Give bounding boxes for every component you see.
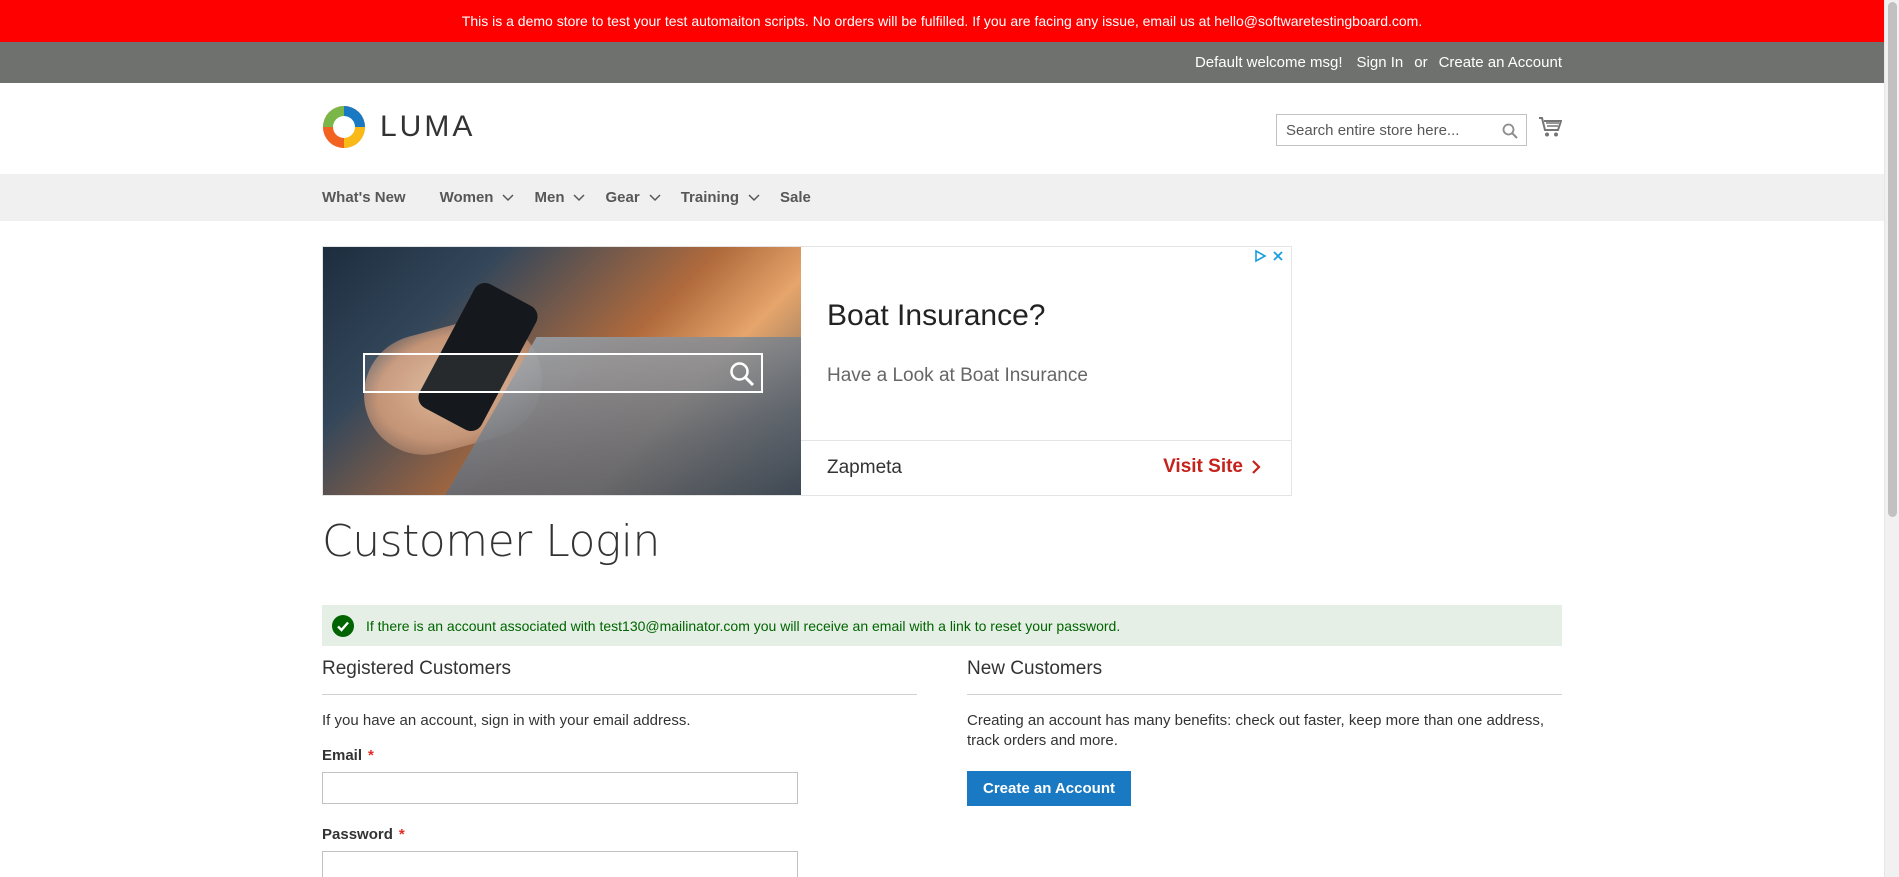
password-label: Password * — [322, 826, 917, 843]
search-icon[interactable] — [1502, 123, 1518, 144]
email-field[interactable] — [322, 772, 798, 804]
new-customers-text: Creating an account has many benefits: c… — [967, 712, 1545, 749]
create-account-button[interactable]: Create an Account — [967, 771, 1131, 806]
chevron-down-icon — [573, 193, 586, 201]
ad-image — [323, 247, 801, 495]
registered-customers-block: Registered Customers If you have an acco… — [322, 658, 917, 877]
nav-item-sale[interactable]: Sale — [780, 189, 811, 206]
close-icon[interactable] — [1271, 249, 1285, 263]
magnifier-icon — [730, 362, 755, 387]
email-label-text: Email — [322, 747, 363, 764]
minicart[interactable] — [1538, 116, 1563, 143]
header-links: Default welcome msg! Sign In or Create a… — [1195, 42, 1562, 83]
demo-notice-text: This is a demo store to test your test a… — [461, 13, 1423, 29]
page-scrollbar[interactable] — [1884, 0, 1899, 877]
or-separator: or — [1414, 54, 1428, 71]
nav-item-gear[interactable]: Gear — [605, 189, 661, 206]
chevron-down-icon — [502, 193, 515, 201]
advertisement-banner[interactable]: Boat Insurance? Have a Look at Boat Insu… — [322, 246, 1292, 496]
page-title: Customer Login — [322, 516, 660, 567]
check-circle-icon — [332, 614, 354, 637]
chevron-right-icon — [1252, 460, 1261, 474]
ad-visit-label: Visit Site — [1163, 456, 1243, 477]
demo-notice-bar: This is a demo store to test your test a… — [0, 0, 1884, 42]
nav-item-whats-new[interactable]: What's New — [322, 189, 406, 206]
nav-item-label: Sale — [780, 189, 811, 206]
logo-wordmark: LUMA — [380, 110, 476, 143]
sign-in-link[interactable]: Sign In — [1357, 54, 1404, 71]
ad-description: Have a Look at Boat Insurance — [827, 365, 1088, 386]
ad-divider — [801, 440, 1291, 441]
password-label-text: Password — [322, 826, 393, 843]
panel-header: Default welcome msg! Sign In or Create a… — [0, 42, 1884, 83]
ad-title[interactable]: Boat Insurance? — [827, 299, 1045, 333]
cart-icon — [1539, 117, 1563, 137]
new-customers-title: New Customers — [967, 658, 1562, 695]
nav-item-label: What's New — [322, 189, 406, 206]
registered-customers-intro: If you have an account, sign in with you… — [322, 712, 691, 729]
nav-item-label: Men — [534, 189, 565, 206]
password-field[interactable] — [322, 851, 798, 877]
new-customers-block: New Customers Creating an account has ma… — [967, 658, 1562, 806]
success-message-text: If there is an account associated with t… — [366, 617, 1121, 634]
welcome-message: Default welcome msg! — [1194, 54, 1343, 71]
ad-brand: Zapmeta — [827, 457, 902, 478]
luma-logo-icon — [323, 106, 365, 148]
search-box — [1276, 114, 1527, 146]
nav-item-men[interactable]: Men — [534, 189, 586, 206]
nav-item-training[interactable]: Training — [681, 189, 760, 206]
required-asterisk: * — [398, 826, 405, 843]
scrollbar-thumb[interactable] — [1888, 2, 1897, 517]
main-navigation: What's New Women Men Gear Training Sale — [0, 174, 1884, 221]
create-account-link[interactable]: Create an Account — [1439, 54, 1562, 71]
search-input[interactable] — [1277, 115, 1492, 145]
ad-search-graphic — [363, 353, 763, 393]
ad-choices[interactable] — [1253, 249, 1285, 263]
chevron-down-icon — [748, 193, 760, 201]
registered-customers-title: Registered Customers — [322, 658, 917, 695]
nav-item-women[interactable]: Women — [440, 189, 515, 206]
email-label: Email * — [322, 747, 917, 764]
ad-visit-site-button[interactable]: Visit Site — [1163, 456, 1261, 478]
luma-logo[interactable]: LUMA — [322, 105, 475, 149]
required-asterisk: * — [368, 747, 374, 764]
site-header: LUMA — [0, 83, 1884, 174]
chevron-down-icon — [649, 193, 661, 201]
success-message: If there is an account associated with t… — [322, 605, 1562, 646]
nav-item-label: Women — [439, 189, 494, 206]
nav-item-label: Training — [680, 189, 740, 206]
nav-item-label: Gear — [605, 189, 640, 206]
adchoices-icon[interactable] — [1253, 249, 1267, 263]
ad-content: Boat Insurance? Have a Look at Boat Insu… — [801, 247, 1291, 495]
